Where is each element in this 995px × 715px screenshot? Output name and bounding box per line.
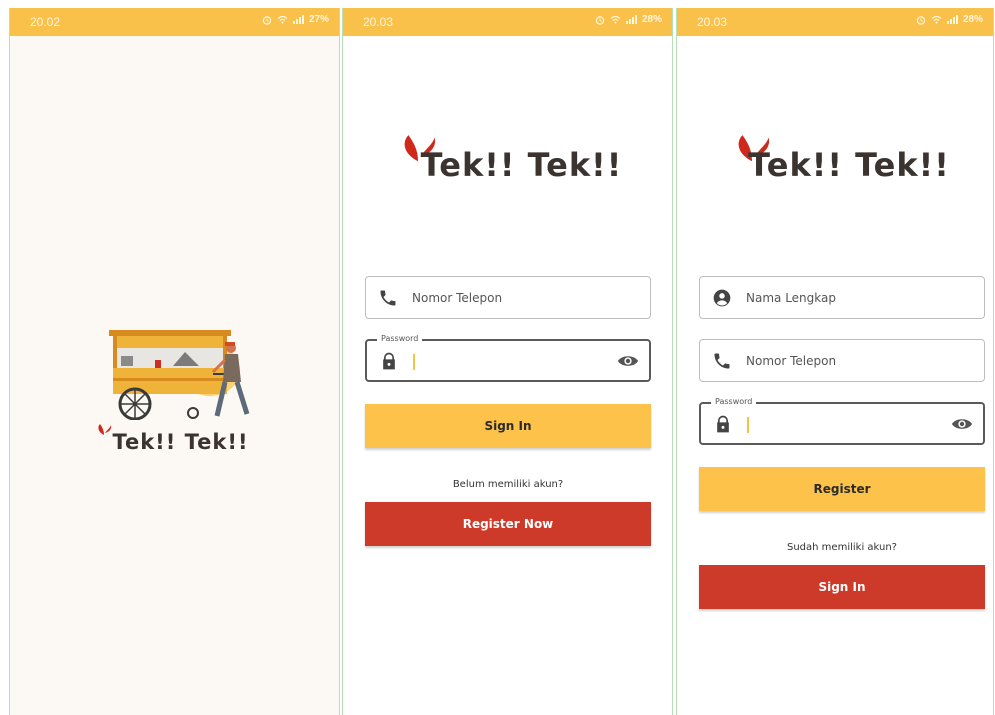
- no-account-text: Belum memiliki akun?: [452, 479, 564, 490]
- status-icons: 28%: [916, 14, 983, 25]
- alarm-icon: [262, 15, 272, 25]
- password-field[interactable]: Password: [699, 397, 985, 445]
- status-bar: 20.02 27%: [10, 8, 339, 36]
- wifi-icon: [277, 15, 288, 24]
- status-time: 20.02: [30, 15, 61, 29]
- phone-placeholder: Nomor Telepon: [746, 353, 837, 368]
- text-caret: [747, 417, 749, 433]
- sign-in-button[interactable]: Sign In: [365, 404, 651, 448]
- signal-icon: [625, 15, 637, 24]
- phone-field[interactable]: Nomor Telepon: [699, 339, 985, 382]
- register-logo: Tek!! Tek!!: [677, 130, 993, 184]
- have-account-text: Sudah memiliki akun?: [787, 542, 897, 553]
- login-logo: Tek!! Tek!!: [343, 130, 672, 184]
- sign-in-button[interactable]: Sign In: [699, 565, 985, 609]
- wifi-icon: [931, 15, 942, 24]
- password-label: Password: [377, 334, 423, 343]
- alarm-icon: [595, 15, 605, 25]
- splash-brand-title: Tek!! Tek!!: [112, 430, 249, 454]
- login-screen: 20.03 28% Tek!! Tek!! Nomor Telepon Pass…: [342, 8, 673, 715]
- eye-icon[interactable]: [951, 416, 973, 432]
- signal-icon: [292, 15, 304, 24]
- battery-level: 27%: [308, 14, 329, 25]
- status-time: 20.03: [697, 15, 728, 29]
- person-icon: [713, 289, 731, 306]
- text-caret: [413, 354, 415, 370]
- wifi-icon: [610, 15, 621, 24]
- status-time: 20.03: [363, 15, 394, 29]
- splash-screen: 20.02 27% Tek!! Tek!!: [9, 8, 340, 715]
- phone-icon: [380, 290, 396, 305]
- status-bar: 20.03 28%: [677, 8, 993, 36]
- status-bar: 20.03 28%: [343, 8, 672, 36]
- splash-drops-icon: [98, 424, 112, 435]
- password-label: Password: [711, 397, 757, 406]
- register-screen: 20.03 28% Tek!! Tek!! Nama Lengkap Nomor…: [676, 8, 994, 715]
- login-brand-title: Tek!! Tek!!: [420, 146, 623, 184]
- status-icons: 28%: [595, 14, 662, 25]
- lock-icon: [383, 352, 395, 369]
- full-name-field[interactable]: Nama Lengkap: [699, 276, 985, 319]
- phone-field[interactable]: Nomor Telepon: [365, 276, 651, 319]
- status-icons: 27%: [262, 14, 329, 25]
- phone-placeholder: Nomor Telepon: [412, 290, 503, 305]
- alarm-icon: [916, 15, 926, 25]
- full-name-placeholder: Nama Lengkap: [746, 290, 836, 305]
- splash-logo: Tek!! Tek!!: [10, 422, 339, 454]
- lock-icon: [717, 415, 729, 432]
- register-button[interactable]: Register: [699, 467, 985, 511]
- battery-level: 28%: [962, 14, 983, 25]
- battery-level: 28%: [641, 14, 662, 25]
- signal-icon: [946, 15, 958, 24]
- eye-icon[interactable]: [617, 353, 639, 369]
- food-cart-illustration: [109, 330, 250, 420]
- phone-icon: [714, 353, 730, 368]
- register-brand-title: Tek!! Tek!!: [748, 146, 950, 184]
- password-field[interactable]: Password: [365, 334, 651, 382]
- register-now-button[interactable]: Register Now: [365, 502, 651, 546]
